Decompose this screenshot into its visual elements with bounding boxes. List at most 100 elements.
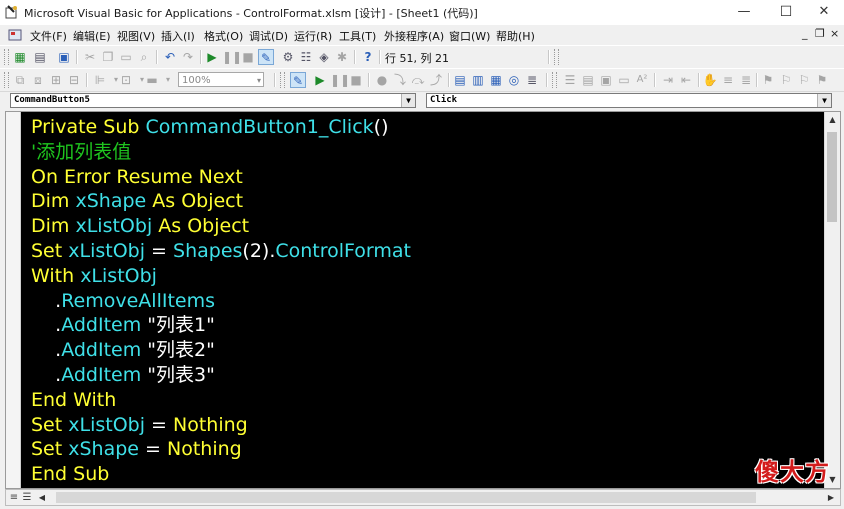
undo-icon[interactable]: ↶ <box>162 49 178 65</box>
menu-run[interactable]: 运行(R) <box>294 28 332 44</box>
ungroup-icon[interactable]: ⊟ <box>66 72 82 88</box>
project-explorer-icon[interactable]: ⚙ <box>280 49 296 65</box>
procedure-view-icon[interactable]: ≡ <box>8 491 20 504</box>
make-same-size-icon[interactable]: ▬ <box>144 72 160 88</box>
toggle-bookmark-icon[interactable]: ⚑ <box>760 72 776 88</box>
toggle-breakpoint-icon[interactable]: ● <box>374 72 390 88</box>
design-mode-icon[interactable]: ✎ <box>258 49 274 65</box>
help-icon[interactable]: ? <box>360 49 376 65</box>
step-out-icon[interactable]: ⤴ <box>428 72 444 88</box>
quick-watch-icon[interactable]: ◎ <box>506 72 522 88</box>
save-icon[interactable]: ▣ <box>56 49 72 65</box>
step-into-icon[interactable]: ⤵ <box>392 72 408 88</box>
minimize-button[interactable]: — <box>724 0 764 25</box>
menu-file[interactable]: 文件(F) <box>30 28 67 44</box>
full-module-view-icon[interactable]: ☰ <box>21 491 33 504</box>
quick-info-icon[interactable]: ▣ <box>598 72 614 88</box>
toolbar-grip[interactable] <box>4 72 9 88</box>
object-browser-icon[interactable]: ◈ <box>316 49 332 65</box>
code-line[interactable]: '添加列表值 <box>31 140 131 165</box>
mdi-restore-button[interactable]: ❐ <box>815 27 825 40</box>
menu-edit[interactable]: 编辑(E) <box>73 28 111 44</box>
maximize-button[interactable]: ☐ <box>766 0 806 25</box>
size-dropdown-icon[interactable]: ▾ <box>160 72 176 88</box>
view-excel-icon[interactable]: ▦ <box>12 49 28 65</box>
code-line[interactable]: .AddItem "列表2" <box>31 338 215 363</box>
mdi-close-button[interactable]: × <box>830 27 839 40</box>
run-icon[interactable]: ▶ <box>312 72 328 88</box>
break-icon[interactable]: ❚❚ <box>330 72 350 88</box>
reset-icon[interactable]: ■ <box>348 72 364 88</box>
toolbox-icon[interactable]: ✱ <box>334 49 350 65</box>
menu-debug[interactable]: 调试(D) <box>249 28 288 44</box>
copy-icon[interactable]: ❐ <box>100 49 116 65</box>
scrollbar-thumb[interactable] <box>827 132 837 222</box>
run-icon[interactable]: ▶ <box>204 49 220 65</box>
bring-to-front-icon[interactable]: ⧉ <box>12 72 28 88</box>
toolbar-grip[interactable] <box>4 49 9 65</box>
horizontal-scrollbar[interactable]: ≡ ☰ ◀ ▶ <box>5 489 841 506</box>
code-line[interactable]: With xListObj <box>31 264 157 289</box>
margin-indicator-bar[interactable] <box>6 112 21 488</box>
break-icon[interactable]: ❚❚ <box>222 49 242 65</box>
watch-window-icon[interactable]: ▦ <box>488 72 504 88</box>
scrollbar-thumb[interactable] <box>56 492 756 503</box>
align-icon[interactable]: ⊫ <box>92 72 108 88</box>
code-line[interactable]: .AddItem "列表1" <box>31 313 215 338</box>
locals-window-icon[interactable]: ▤ <box>452 72 468 88</box>
find-icon[interactable]: ⌕ <box>136 49 152 65</box>
menu-insert[interactable]: 插入(I) <box>161 28 195 44</box>
chevron-down-icon[interactable]: ▼ <box>401 94 415 107</box>
insert-userform-icon[interactable]: ▤ <box>32 49 48 65</box>
code-line[interactable]: End Sub <box>31 462 109 487</box>
code-line[interactable]: .AddItem "列表3" <box>31 363 215 388</box>
object-combo[interactable]: CommandButton5 ▼ <box>10 93 416 108</box>
code-editor[interactable]: Private Sub CommandButton1_Click() '添加列表值… <box>21 112 827 488</box>
immediate-window-icon[interactable]: ▥ <box>470 72 486 88</box>
code-line[interactable]: Set xListObj = Nothing <box>31 413 248 438</box>
clear-bookmarks-icon[interactable]: ⚑ <box>814 72 830 88</box>
previous-bookmark-icon[interactable]: ⚐ <box>796 72 812 88</box>
code-line[interactable]: Dim xShape As Object <box>31 189 243 214</box>
menu-tools[interactable]: 工具(T) <box>339 28 376 44</box>
call-stack-icon[interactable]: ≣ <box>524 72 540 88</box>
scroll-right-icon[interactable]: ▶ <box>824 491 838 504</box>
step-over-icon[interactable]: ⤼ <box>410 72 426 88</box>
menu-addins[interactable]: 外接程序(A) <box>384 28 444 44</box>
procedure-combo[interactable]: Click ▼ <box>426 93 832 108</box>
group-icon[interactable]: ⊞ <box>48 72 64 88</box>
module-icon[interactable] <box>8 28 22 42</box>
mdi-minimize-button[interactable]: _ <box>802 27 808 40</box>
send-to-back-icon[interactable]: ⧈ <box>30 72 46 88</box>
toggle-breakpoint-icon[interactable]: ✋ <box>702 72 718 88</box>
scroll-up-icon[interactable]: ▲ <box>825 112 840 128</box>
center-icon[interactable]: ⊡ <box>118 72 134 88</box>
design-mode-icon[interactable]: ✎ <box>290 72 306 88</box>
complete-word-icon[interactable]: A² <box>634 72 650 88</box>
comment-block-icon[interactable]: ≡ <box>720 72 736 88</box>
code-line[interactable]: Private Sub CommandButton1_Click() <box>31 115 388 140</box>
outdent-icon[interactable]: ⇤ <box>678 72 694 88</box>
chevron-down-icon[interactable]: ▼ <box>817 94 831 107</box>
code-line[interactable]: On Error Resume Next <box>31 165 243 190</box>
menu-format[interactable]: 格式(O) <box>204 28 243 44</box>
list-constants-icon[interactable]: ▤ <box>580 72 596 88</box>
vertical-scrollbar[interactable]: ▲ ▼ <box>824 112 840 488</box>
indent-icon[interactable]: ⇥ <box>660 72 676 88</box>
paste-icon[interactable]: ▭ <box>118 49 134 65</box>
reset-icon[interactable]: ■ <box>240 49 256 65</box>
code-line[interactable]: Set xShape = Nothing <box>31 437 242 462</box>
code-line[interactable]: Dim xListObj As Object <box>31 214 249 239</box>
cut-icon[interactable]: ✂ <box>82 49 98 65</box>
redo-icon[interactable]: ↷ <box>180 49 196 65</box>
code-line[interactable]: Set xListObj = Shapes(2).ControlFormat <box>31 239 411 264</box>
menu-window[interactable]: 窗口(W) <box>449 28 490 44</box>
next-bookmark-icon[interactable]: ⚐ <box>778 72 794 88</box>
properties-icon[interactable]: ☷ <box>298 49 314 65</box>
zoom-select[interactable]: 100% ▾ <box>178 72 264 87</box>
menu-help[interactable]: 帮助(H) <box>496 28 535 44</box>
scroll-left-icon[interactable]: ◀ <box>35 491 49 504</box>
menu-view[interactable]: 视图(V) <box>117 28 155 44</box>
code-line[interactable]: .RemoveAllItems <box>31 289 215 314</box>
list-properties-icon[interactable]: ☰ <box>562 72 578 88</box>
